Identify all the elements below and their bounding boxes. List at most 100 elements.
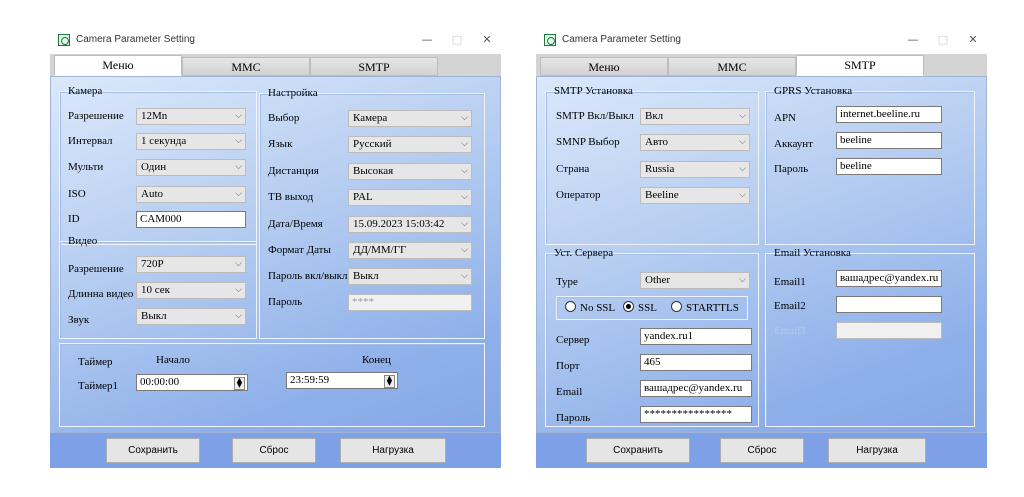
email3-input[interactable] (836, 322, 942, 339)
gprs-password-input[interactable]: beeline (836, 158, 942, 175)
chevron-down-icon: ⌵ (739, 137, 746, 147)
camera-id-input[interactable]: CAM000 (136, 211, 246, 228)
tab-smtp[interactable]: SMTP (796, 55, 924, 76)
timer-end-input[interactable]: 23:59:59 ▲ ▼ (286, 372, 398, 389)
server-port-input[interactable]: 465 (640, 354, 752, 371)
settings-distance-select[interactable]: Высокая ⌵ (348, 163, 472, 180)
chevron-down-icon: ⌵ (461, 139, 468, 149)
gprs-password-label: Пароль (774, 163, 809, 175)
window-title: Camera Parameter Setting (562, 34, 681, 45)
camera-interval-select[interactable]: 1 секунда ⌵ (136, 133, 246, 150)
spinner-icon[interactable]: ▲ ▼ (384, 375, 395, 388)
server-password-input[interactable]: **************** (640, 406, 752, 423)
camera-resolution-select[interactable]: 12Mn ⌵ (136, 108, 246, 125)
video-resolution-select[interactable]: 720P ⌵ (136, 256, 246, 273)
chevron-down-icon: ⌵ (235, 136, 242, 146)
gprs-apn-input[interactable]: internet.beeline.ru (836, 106, 942, 123)
video-sound-select[interactable]: Выкл ⌵ (136, 308, 246, 325)
gprs-account-label: Аккаунт (774, 138, 813, 150)
radio-ssl[interactable]: SSL (623, 301, 657, 314)
ssl-radio-group: No SSL SSL STARTTLS (556, 296, 748, 320)
settings-distance-value: Высокая (353, 165, 394, 177)
server-group: Уст. Сервера Type Other ⌵ No SSL SSL STAR… (545, 247, 759, 427)
close-icon[interactable]: ✕ (473, 31, 501, 49)
save-button[interactable]: Сохранить (106, 438, 200, 463)
tab-bar: Меню MMC SMTP (50, 54, 501, 77)
tab-mmc[interactable]: MMC (668, 57, 796, 76)
camera-interval-label: Интервал (68, 135, 113, 147)
operator-select[interactable]: Beeline ⌵ (640, 187, 750, 204)
smnp-mode-select[interactable]: Авто ⌵ (640, 134, 750, 151)
server-host-label: Сервер (556, 334, 590, 346)
settings-datetime-label: Дата/Время (268, 218, 323, 230)
settings-datetime-select[interactable]: 15.09.2023 15:03:42 ⌵ (348, 216, 472, 233)
smtp-enable-select[interactable]: Вкл ⌵ (640, 108, 750, 125)
load-button[interactable]: Нагрузка (340, 438, 446, 463)
camera-multi-select[interactable]: Один ⌵ (136, 159, 246, 176)
tab-smtp[interactable]: SMTP (310, 57, 438, 76)
email2-input[interactable] (836, 296, 942, 313)
chevron-down-icon: ⌵ (739, 190, 746, 200)
country-label: Страна (556, 163, 590, 175)
chevron-down-icon: ⌵ (739, 111, 746, 121)
timer-start-value: 00:00:00 (140, 376, 180, 388)
camera-resolution-value: 12Mn (141, 110, 168, 122)
settings-date-format-select[interactable]: ДД/ММ/ГГ ⌵ (348, 242, 472, 259)
smnp-mode-label: SMNP Выбор (556, 136, 620, 148)
app-icon (544, 34, 556, 46)
chevron-down-icon: ⌵ (461, 166, 468, 176)
camera-resolution-label: Разрешение (68, 110, 124, 122)
camera-group-title: Камера (68, 85, 103, 97)
camera-multi-value: Один (141, 161, 167, 173)
settings-password-toggle-label: Пароль вкл/выкл (268, 270, 348, 282)
settings-date-format-value: ДД/ММ/ГГ (353, 244, 407, 256)
settings-password-input[interactable]: **** (348, 294, 472, 311)
timer-group: Таймер Начало Конец Таймер1 00:00:00 ▲ ▼ 2… (59, 343, 485, 427)
camera-iso-label: ISO (68, 188, 86, 200)
server-email-input[interactable]: вашадрес@yandex.ru (640, 380, 752, 397)
settings-mode-select[interactable]: Камера ⌵ (348, 110, 472, 127)
server-type-select[interactable]: Other ⌵ (640, 272, 750, 289)
close-icon[interactable]: ✕ (959, 31, 987, 49)
gprs-setup-group-title: GPRS Установка (774, 85, 853, 97)
country-select[interactable]: Russia ⌵ (640, 161, 750, 178)
spinner-icon[interactable]: ▲ ▼ (234, 377, 245, 390)
settings-password-label: Пароль (268, 296, 303, 308)
settings-password-toggle-select[interactable]: Выкл ⌵ (348, 268, 472, 285)
camera-settings-window-menu: Camera Parameter Setting — □ ✕ Меню MMC … (50, 28, 501, 468)
chevron-down-icon: ⌵ (739, 275, 746, 285)
video-length-label: Длинна видео (68, 288, 134, 300)
timer-end-label: Конец (362, 354, 391, 366)
tab-mmc[interactable]: MMC (182, 57, 310, 76)
settings-tv-out-select[interactable]: PAL ⌵ (348, 189, 472, 206)
tab-menu[interactable]: Меню (540, 57, 668, 76)
minimize-icon[interactable]: — (413, 31, 441, 49)
timer-start-label: Начало (156, 354, 190, 366)
chevron-down-icon: ⌵ (235, 259, 242, 269)
server-host-input[interactable]: yandex.ru1 (640, 328, 752, 345)
tab-menu[interactable]: Меню (54, 55, 182, 76)
settings-language-value: Русский (353, 138, 392, 150)
gprs-account-input[interactable]: beeline (836, 132, 942, 149)
reset-button[interactable]: Сброс (720, 438, 804, 463)
timer-start-input[interactable]: 00:00:00 ▲ ▼ (136, 374, 248, 391)
radio-icon (565, 301, 576, 312)
load-button[interactable]: Нагрузка (828, 438, 926, 463)
save-button[interactable]: Сохранить (586, 438, 690, 463)
server-port-label: Порт (556, 360, 580, 372)
reset-button[interactable]: Сброс (232, 438, 316, 463)
email1-input[interactable]: вашадрес@yandex.ru (836, 270, 942, 287)
radio-starttls-label: STARTTLS (686, 302, 739, 314)
operator-label: Оператор (556, 189, 601, 201)
radio-no-ssl[interactable]: No SSL (565, 301, 615, 314)
settings-language-select[interactable]: Русский ⌵ (348, 136, 472, 153)
chevron-down-icon: ⌵ (235, 189, 242, 199)
minimize-icon[interactable]: — (899, 31, 927, 49)
radio-starttls[interactable]: STARTTLS (671, 301, 739, 314)
email-setup-group: Email Установка Email1 вашадрес@yandex.r… (765, 247, 975, 427)
camera-iso-select[interactable]: Auto ⌵ (136, 186, 246, 203)
timer1-label: Таймер1 (78, 380, 119, 392)
video-length-select[interactable]: 10 сек ⌵ (136, 282, 246, 299)
camera-settings-window-smtp: Camera Parameter Setting — □ ✕ Меню MMC … (536, 28, 987, 468)
maximize-icon: □ (937, 33, 949, 46)
